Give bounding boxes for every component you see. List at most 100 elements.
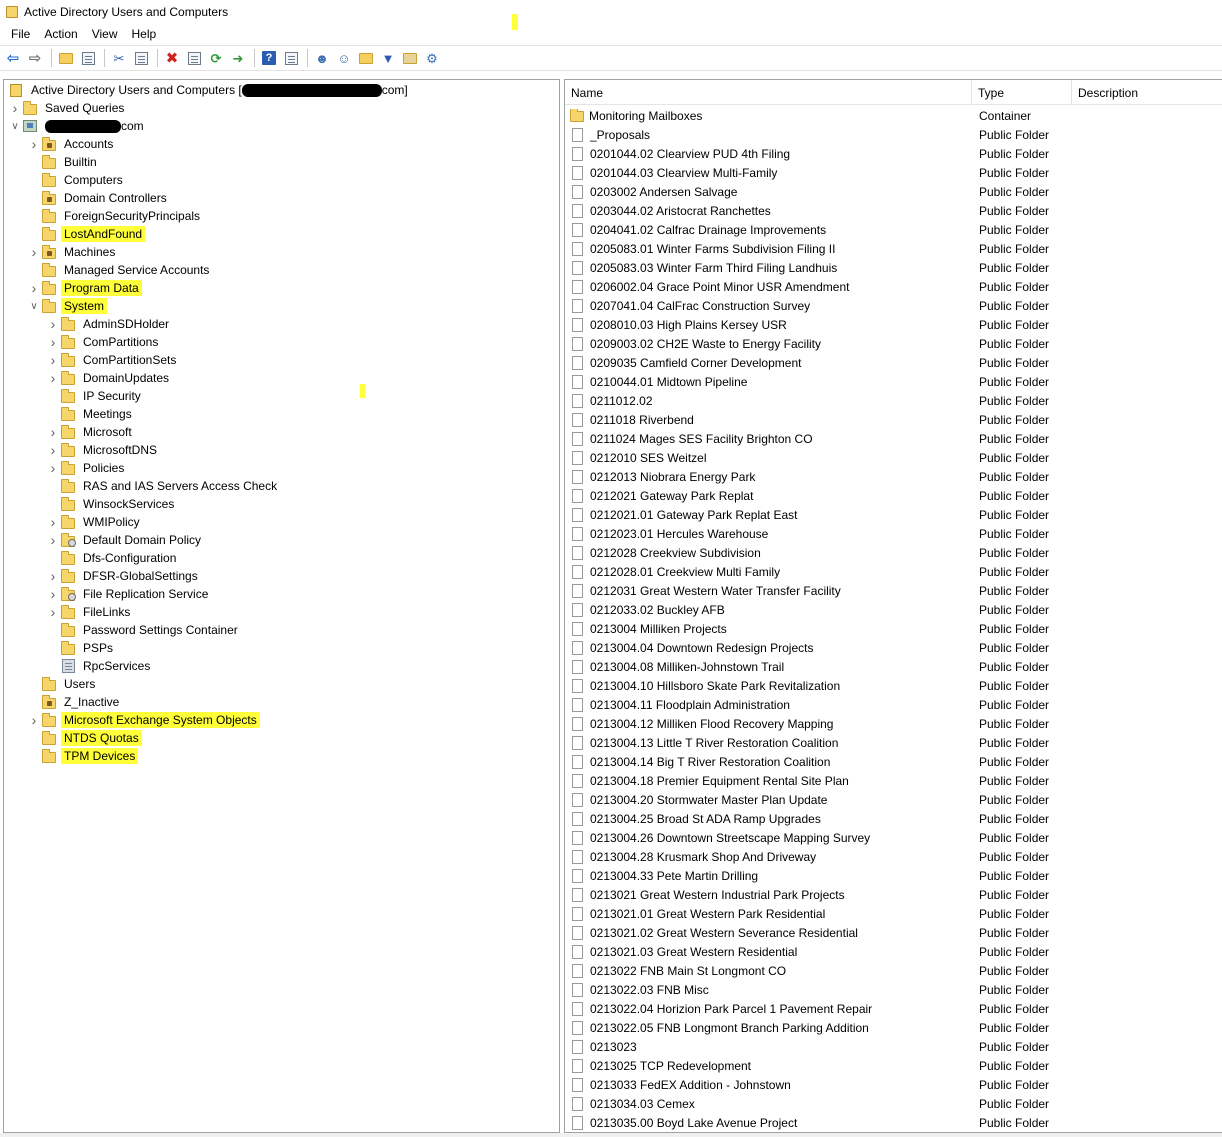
- tree-item[interactable]: TPM Devices: [27, 747, 139, 765]
- console-tree-icon[interactable]: [78, 48, 98, 68]
- up-folder-icon[interactable]: [56, 48, 76, 68]
- tree-item[interactable]: › Microsoft: [46, 423, 135, 441]
- tree-item[interactable]: ForeignSecurityPrincipals: [27, 207, 203, 225]
- list-item[interactable]: 0213022 FNB Main St Longmont CO Public Fo…: [565, 961, 1222, 980]
- tree-item[interactable]: › Program Data: [27, 279, 142, 297]
- chevron-down-icon[interactable]: ∨: [8, 117, 22, 135]
- tree-item[interactable]: WinsockServices: [46, 495, 177, 513]
- list-item[interactable]: _Proposals Public Folder: [565, 125, 1222, 144]
- chevron-right-icon[interactable]: ›: [46, 369, 60, 387]
- tree-item[interactable]: › FileLinks: [46, 603, 133, 621]
- list-item[interactable]: 0213033 FedEX Addition - Johnstown Public…: [565, 1075, 1222, 1094]
- list-item[interactable]: 0213035.00 Boyd Lake Avenue Project Publi…: [565, 1113, 1222, 1132]
- export-list-icon[interactable]: ➜: [228, 48, 248, 68]
- tree-item[interactable]: › DFSR-GlobalSettings: [46, 567, 201, 585]
- tree-item[interactable]: › ComPartitions: [46, 333, 161, 351]
- list-item[interactable]: 0213021.02 Great Western Severance Resid…: [565, 923, 1222, 942]
- list-item[interactable]: Monitoring Mailboxes Container: [565, 106, 1222, 125]
- new-ou-icon[interactable]: [356, 48, 376, 68]
- list-item[interactable]: 0213021.01 Great Western Park Residentia…: [565, 904, 1222, 923]
- list-item[interactable]: 0209003.02 CH2E Waste to Energy Facility…: [565, 334, 1222, 353]
- console-tree[interactable]: Active Directory Users and Computers [co…: [3, 79, 560, 1133]
- menu-help[interactable]: Help: [125, 27, 164, 41]
- chevron-right-icon[interactable]: ›: [46, 513, 60, 531]
- new-group-icon[interactable]: ☺: [334, 48, 354, 68]
- tree-item[interactable]: PSPs: [46, 639, 116, 657]
- list-item[interactable]: 0213004.13 Little T River Restoration Co…: [565, 733, 1222, 752]
- list-item[interactable]: 0213004.12 Milliken Flood Recovery Mappi…: [565, 714, 1222, 733]
- menu-view[interactable]: View: [85, 27, 125, 41]
- tree-root[interactable]: Active Directory Users and Computers [co…: [8, 81, 411, 99]
- chevron-right-icon[interactable]: ›: [27, 243, 41, 261]
- tree-item[interactable]: › File Replication Service: [46, 585, 211, 603]
- chevron-down-icon[interactable]: ∨: [27, 297, 41, 315]
- chevron-right-icon[interactable]: ›: [46, 567, 60, 585]
- tree-item[interactable]: RpcServices: [46, 657, 153, 675]
- list-item[interactable]: 0209035 Camfield Corner Development Publi…: [565, 353, 1222, 372]
- tree-item[interactable]: IP Security: [46, 387, 144, 405]
- tree-item[interactable]: › ComPartitionSets: [46, 351, 179, 369]
- chevron-right-icon[interactable]: ›: [46, 603, 60, 621]
- tree-item[interactable]: › Saved Queries: [8, 99, 127, 117]
- menu-action[interactable]: Action: [37, 27, 84, 41]
- list-item[interactable]: 0213021 Great Western Industrial Park Pr…: [565, 885, 1222, 904]
- properties-icon[interactable]: [184, 48, 204, 68]
- list-item[interactable]: 0205083.03 Winter Farm Third Filing Land…: [565, 258, 1222, 277]
- view-icon[interactable]: [281, 48, 301, 68]
- list-item[interactable]: 0212021.01 Gateway Park Replat East Publi…: [565, 505, 1222, 524]
- list-item[interactable]: 0212013 Niobrara Energy Park Public Folde…: [565, 467, 1222, 486]
- tree-item[interactable]: › Policies: [46, 459, 127, 477]
- chevron-right-icon[interactable]: ›: [27, 135, 41, 153]
- chevron-right-icon[interactable]: ›: [46, 585, 60, 603]
- list-item[interactable]: 0213022.03 FNB Misc Public Folder: [565, 980, 1222, 999]
- chevron-right-icon[interactable]: ›: [46, 459, 60, 477]
- list-item[interactable]: 0213004.26 Downtown Streetscape Mapping …: [565, 828, 1222, 847]
- list-item[interactable]: 0213034.03 Cemex Public Folder: [565, 1094, 1222, 1113]
- chevron-right-icon[interactable]: ›: [46, 441, 60, 459]
- list-item[interactable]: 0203002 Andersen Salvage Public Folder: [565, 182, 1222, 201]
- column-header-description[interactable]: Description: [1072, 80, 1222, 105]
- tree-item[interactable]: Managed Service Accounts: [27, 261, 212, 279]
- list-item[interactable]: 0213004.08 Milliken-Johnstown Trail Publi…: [565, 657, 1222, 676]
- list-item[interactable]: 0213004.11 Floodplain Administration Publ…: [565, 695, 1222, 714]
- list-item[interactable]: 0207041.04 CalFrac Construction Survey Pu…: [565, 296, 1222, 315]
- list-item[interactable]: 0211012.02 Public Folder: [565, 391, 1222, 410]
- list-item[interactable]: 0212031 Great Western Water Transfer Fac…: [565, 581, 1222, 600]
- tree-item[interactable]: › Microsoft Exchange System Objects: [27, 711, 260, 729]
- list-item[interactable]: 0213004.18 Premier Equipment Rental Site…: [565, 771, 1222, 790]
- tree-item[interactable]: RAS and IAS Servers Access Check: [46, 477, 280, 495]
- chevron-right-icon[interactable]: ›: [27, 279, 41, 297]
- chevron-right-icon[interactable]: ›: [27, 711, 41, 729]
- tree-item[interactable]: › AdminSDHolder: [46, 315, 172, 333]
- tree-item[interactable]: Dfs-Configuration: [46, 549, 179, 567]
- list-item[interactable]: 0212028.01 Creekview Multi Family Public …: [565, 562, 1222, 581]
- list-item[interactable]: 0211024 Mages SES Facility Brighton CO Pu…: [565, 429, 1222, 448]
- list-item[interactable]: 0212023.01 Hercules Warehouse Public Fold…: [565, 524, 1222, 543]
- tree-item[interactable]: › Default Domain Policy: [46, 531, 204, 549]
- list-item[interactable]: 0213023 Public Folder: [565, 1037, 1222, 1056]
- column-header-type[interactable]: Type: [972, 80, 1072, 105]
- list-item[interactable]: 0201044.03 Clearview Multi-Family Public …: [565, 163, 1222, 182]
- list-item[interactable]: 0213004.20 Stormwater Master Plan Update…: [565, 790, 1222, 809]
- tree-item[interactable]: ∨ System: [27, 297, 108, 315]
- list-item[interactable]: 0213025 TCP Redevelopment Public Folder: [565, 1056, 1222, 1075]
- list-item[interactable]: 0213022.04 Horizion Park Parcel 1 Paveme…: [565, 999, 1222, 1018]
- new-user-icon[interactable]: ☻: [312, 48, 332, 68]
- list-item[interactable]: 0213004.33 Pete Martin Drilling Public Fo…: [565, 866, 1222, 885]
- tree-item[interactable]: Z_Inactive: [27, 693, 122, 711]
- tree-domain[interactable]: ∨ com: [8, 117, 147, 135]
- list-item[interactable]: 0212021 Gateway Park Replat Public Folder: [565, 486, 1222, 505]
- tree-item[interactable]: › DomainUpdates: [46, 369, 172, 387]
- chevron-right-icon[interactable]: ›: [46, 351, 60, 369]
- chevron-right-icon[interactable]: ›: [8, 99, 22, 117]
- chevron-right-icon[interactable]: ›: [46, 333, 60, 351]
- tree-item[interactable]: Computers: [27, 171, 126, 189]
- list-item[interactable]: 0203044.02 Aristocrat Ranchettes Public F…: [565, 201, 1222, 220]
- list-item[interactable]: 0213004 Milliken Projects Public Folder: [565, 619, 1222, 638]
- tree-item[interactable]: › Accounts: [27, 135, 116, 153]
- list-item[interactable]: 0206002.04 Grace Point Minor USR Amendme…: [565, 277, 1222, 296]
- forward-arrow-icon[interactable]: ⇨: [25, 48, 45, 68]
- tree-item[interactable]: Domain Controllers: [27, 189, 170, 207]
- tree-item[interactable]: › WMIPolicy: [46, 513, 143, 531]
- list-item[interactable]: 0213004.10 Hillsboro Skate Park Revitali…: [565, 676, 1222, 695]
